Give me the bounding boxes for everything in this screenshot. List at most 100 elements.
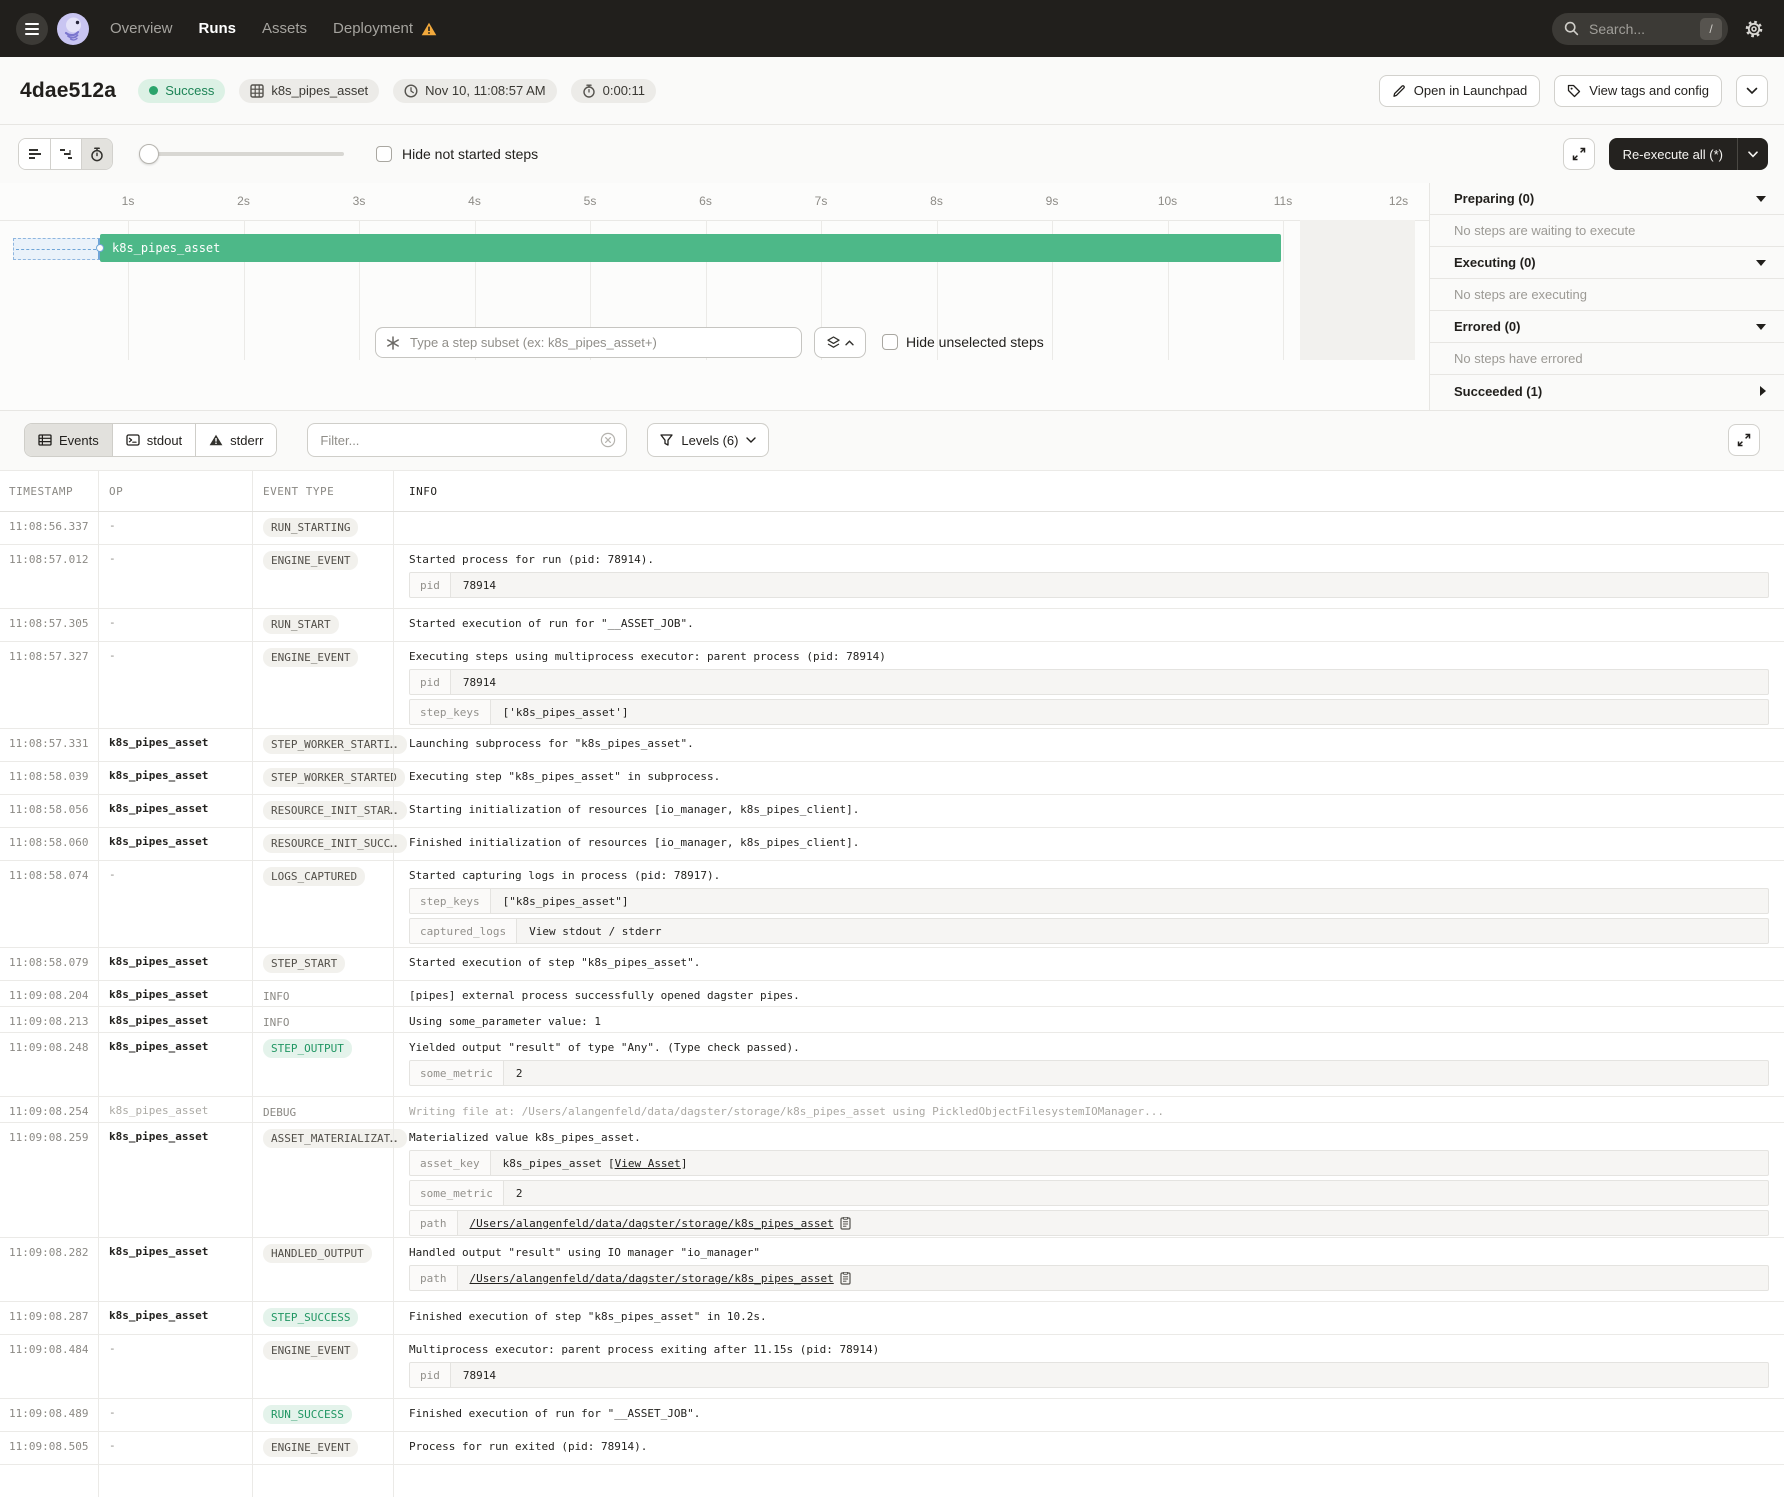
- log-op: k8s_pipes_asset: [98, 981, 252, 1006]
- hide-not-started-checkbox[interactable]: [376, 146, 392, 162]
- event-type-tag: STEP_OUTPUT: [263, 1039, 352, 1058]
- log-info-text: Executing step "k8s_pipes_asset" in subp…: [409, 770, 1769, 783]
- search-input[interactable]: [1587, 20, 1692, 38]
- job-badge[interactable]: k8s_pipes_asset: [239, 79, 379, 103]
- gantt-fullscreen-button[interactable]: [1563, 138, 1595, 170]
- nav-deployment[interactable]: Deployment: [333, 20, 437, 37]
- run-header-more-button[interactable]: [1736, 75, 1768, 107]
- gantt-mode-waterfall-button[interactable]: [50, 139, 81, 169]
- metadata-action[interactable]: View stdout / stderr: [529, 925, 661, 938]
- tab-events-label: Events: [59, 433, 99, 448]
- hide-not-started-label[interactable]: Hide not started steps: [402, 146, 538, 162]
- metadata-value-link[interactable]: /Users/alangenfeld/data/dagster/storage/…: [470, 1272, 834, 1285]
- tab-stderr[interactable]: stderr: [195, 424, 276, 456]
- log-info-text: Executing steps using multiprocess execu…: [409, 650, 1769, 663]
- chevron-right-icon: [1760, 386, 1766, 396]
- gridline: [1283, 220, 1284, 360]
- log-row-partial: [0, 1465, 1784, 1497]
- log-timestamp: 11:08:58.074: [0, 861, 98, 947]
- event-type-tag: INFO: [263, 1013, 290, 1032]
- gantt-mode-timed-button[interactable]: [81, 139, 112, 169]
- log-info-text: [pipes] external process successfully op…: [409, 989, 1769, 1002]
- gantt-step-bar[interactable]: k8s_pipes_asset: [100, 234, 1281, 262]
- levels-dropdown[interactable]: Levels (6): [647, 423, 769, 457]
- log-filter-input[interactable]: [318, 432, 592, 449]
- warning-triangle-icon: [209, 434, 223, 446]
- log-timestamp: 11:09:08.213: [0, 1007, 98, 1032]
- pencil-icon: [1392, 84, 1406, 98]
- metadata-value: /Users/alangenfeld/data/dagster/storage/…: [458, 1266, 1769, 1290]
- log-row: 11:09:08.287k8s_pipes_assetSTEP_SUCCESSF…: [0, 1302, 1784, 1335]
- log-info-cell: Using some_parameter value: 1: [393, 1007, 1784, 1032]
- gantt-zoom-handle[interactable]: [139, 144, 159, 164]
- re-execute-all-caret[interactable]: [1737, 138, 1768, 170]
- copy-icon[interactable]: [840, 1272, 851, 1285]
- start-time-badge: Nov 10, 11:08:57 AM: [393, 79, 556, 103]
- log-table: TIMESTAMP OP EVENT TYPE INFO 11:08:56.33…: [0, 470, 1784, 1495]
- step-subset-input-wrap: [375, 327, 802, 358]
- tab-stderr-label: stderr: [230, 433, 263, 448]
- panel-section-succeeded[interactable]: Succeeded (1): [1430, 375, 1784, 407]
- log-row: 11:08:58.039k8s_pipes_assetSTEP_WORKER_S…: [0, 762, 1784, 795]
- metadata-value-text: k8s_pipes_asset: [503, 1157, 602, 1170]
- clear-filter-icon[interactable]: [600, 432, 616, 448]
- log-fullscreen-button[interactable]: [1728, 424, 1760, 456]
- log-info-text: Process for run exited (pid: 78914).: [409, 1440, 1769, 1453]
- metadata-entry: path/Users/alangenfeld/data/dagster/stor…: [409, 1210, 1769, 1236]
- metadata-value: 78914: [451, 670, 1768, 694]
- metadata-label: step_keys: [410, 889, 491, 913]
- log-op: -: [98, 642, 252, 728]
- metadata-value-text: 2: [516, 1067, 523, 1080]
- gantt-zoom-track[interactable]: [139, 152, 344, 156]
- log-event-type-cell: STEP_START: [252, 948, 393, 980]
- view-tags-config-button[interactable]: View tags and config: [1554, 75, 1722, 107]
- log-op: k8s_pipes_asset: [98, 729, 252, 761]
- panel-section-errored[interactable]: Errored (0): [1430, 311, 1784, 343]
- gantt-mode-flat-button[interactable]: [19, 139, 50, 169]
- log-op: -: [98, 609, 252, 641]
- panel-section-executing[interactable]: Executing (0): [1430, 247, 1784, 279]
- warning-icon: [421, 22, 437, 36]
- step-subset-input[interactable]: [408, 334, 791, 351]
- gantt-zoom-slider: [139, 144, 344, 164]
- re-execute-all-main[interactable]: Re-execute all (*): [1609, 138, 1737, 170]
- nav-runs[interactable]: Runs: [199, 20, 237, 37]
- log-info-cell: Started capturing logs in process (pid: …: [393, 861, 1784, 947]
- metadata-value-text: 2: [516, 1187, 523, 1200]
- log-row: 11:09:08.213k8s_pipes_assetINFOUsing som…: [0, 1007, 1784, 1033]
- global-search[interactable]: /: [1552, 13, 1728, 45]
- log-timestamp: 11:08:57.305: [0, 609, 98, 641]
- hide-unselected-label[interactable]: Hide unselected steps: [906, 334, 1044, 350]
- tab-stdout[interactable]: stdout: [112, 424, 195, 456]
- dagster-logo-icon[interactable]: [56, 12, 90, 46]
- log-timestamp: 11:09:08.287: [0, 1302, 98, 1334]
- log-op: k8s_pipes_asset: [98, 762, 252, 794]
- settings-gear-icon[interactable]: [1740, 15, 1768, 43]
- log-row: 11:09:08.259k8s_pipes_assetASSET_MATERIA…: [0, 1123, 1784, 1238]
- panel-section-preparing[interactable]: Preparing (0): [1430, 183, 1784, 215]
- view-asset-link[interactable]: View Asset: [615, 1157, 681, 1170]
- log-event-type-cell: STEP_OUTPUT: [252, 1033, 393, 1096]
- log-event-type-cell: STEP_WORKER_STARTED: [252, 762, 393, 794]
- tab-events[interactable]: Events: [25, 424, 112, 456]
- log-info-cell: Executing step "k8s_pipes_asset" in subp…: [393, 762, 1784, 794]
- log-op: -: [98, 1399, 252, 1431]
- log-event-type-cell: RESOURCE_INIT_SUCCESS: [252, 828, 393, 860]
- panel-executing-title: Executing (0): [1454, 255, 1536, 270]
- copy-icon[interactable]: [840, 1217, 851, 1230]
- log-event-type-cell: RESOURCE_INIT_STARTED: [252, 795, 393, 827]
- layers-icon: [827, 336, 840, 349]
- nav-overview[interactable]: Overview: [110, 20, 173, 37]
- log-op: k8s_pipes_asset: [98, 1302, 252, 1334]
- hide-unselected-checkbox[interactable]: [882, 334, 898, 350]
- log-event-type-cell: RUN_START: [252, 609, 393, 641]
- run-id-title: 4dae512a: [20, 79, 116, 103]
- nav-assets[interactable]: Assets: [262, 20, 307, 37]
- graph-query-toggle-button[interactable]: [814, 327, 866, 358]
- metadata-value-link[interactable]: /Users/alangenfeld/data/dagster/storage/…: [470, 1217, 834, 1230]
- metadata-value: ['k8s_pipes_asset']: [491, 700, 1768, 724]
- log-timestamp: 11:08:57.331: [0, 729, 98, 761]
- nav-deployment-label: Deployment: [333, 20, 413, 37]
- open-in-launchpad-button[interactable]: Open in Launchpad: [1379, 75, 1540, 107]
- menu-button[interactable]: [16, 13, 48, 45]
